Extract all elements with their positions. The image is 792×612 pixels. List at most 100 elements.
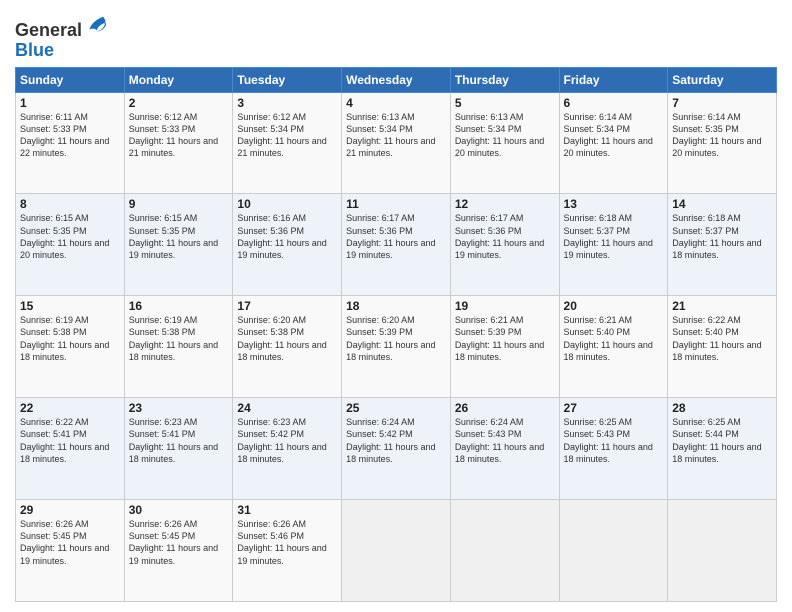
calendar-cell xyxy=(342,500,451,602)
col-header-tuesday: Tuesday xyxy=(233,67,342,92)
day-number: 4 xyxy=(346,96,446,110)
calendar-week-1: 1Sunrise: 6:11 AMSunset: 5:33 PMDaylight… xyxy=(16,92,777,194)
calendar-cell: 9Sunrise: 6:15 AMSunset: 5:35 PMDaylight… xyxy=(124,194,233,296)
calendar-cell: 25Sunrise: 6:24 AMSunset: 5:42 PMDayligh… xyxy=(342,398,451,500)
header: General Blue xyxy=(15,10,777,61)
day-number: 3 xyxy=(237,96,337,110)
day-info: Sunrise: 6:25 AMSunset: 5:43 PMDaylight:… xyxy=(564,416,664,465)
calendar-week-2: 8Sunrise: 6:15 AMSunset: 5:35 PMDaylight… xyxy=(16,194,777,296)
calendar-cell: 12Sunrise: 6:17 AMSunset: 5:36 PMDayligh… xyxy=(450,194,559,296)
calendar-cell: 15Sunrise: 6:19 AMSunset: 5:38 PMDayligh… xyxy=(16,296,125,398)
day-info: Sunrise: 6:11 AMSunset: 5:33 PMDaylight:… xyxy=(20,111,120,160)
calendar-cell: 23Sunrise: 6:23 AMSunset: 5:41 PMDayligh… xyxy=(124,398,233,500)
day-number: 17 xyxy=(237,299,337,313)
calendar-cell: 16Sunrise: 6:19 AMSunset: 5:38 PMDayligh… xyxy=(124,296,233,398)
calendar-cell xyxy=(450,500,559,602)
day-number: 31 xyxy=(237,503,337,517)
day-info: Sunrise: 6:14 AMSunset: 5:35 PMDaylight:… xyxy=(672,111,772,160)
calendar-cell xyxy=(559,500,668,602)
day-number: 30 xyxy=(129,503,229,517)
day-info: Sunrise: 6:15 AMSunset: 5:35 PMDaylight:… xyxy=(20,212,120,261)
calendar-cell: 17Sunrise: 6:20 AMSunset: 5:38 PMDayligh… xyxy=(233,296,342,398)
day-number: 15 xyxy=(20,299,120,313)
logo-bird-icon xyxy=(84,14,106,36)
day-number: 7 xyxy=(672,96,772,110)
calendar-cell: 26Sunrise: 6:24 AMSunset: 5:43 PMDayligh… xyxy=(450,398,559,500)
col-header-wednesday: Wednesday xyxy=(342,67,451,92)
day-number: 9 xyxy=(129,197,229,211)
day-info: Sunrise: 6:21 AMSunset: 5:40 PMDaylight:… xyxy=(564,314,664,363)
calendar-cell: 27Sunrise: 6:25 AMSunset: 5:43 PMDayligh… xyxy=(559,398,668,500)
logo: General Blue xyxy=(15,14,106,61)
calendar-cell: 6Sunrise: 6:14 AMSunset: 5:34 PMDaylight… xyxy=(559,92,668,194)
day-info: Sunrise: 6:18 AMSunset: 5:37 PMDaylight:… xyxy=(564,212,664,261)
day-number: 6 xyxy=(564,96,664,110)
day-number: 25 xyxy=(346,401,446,415)
day-info: Sunrise: 6:24 AMSunset: 5:42 PMDaylight:… xyxy=(346,416,446,465)
day-info: Sunrise: 6:18 AMSunset: 5:37 PMDaylight:… xyxy=(672,212,772,261)
calendar-cell: 22Sunrise: 6:22 AMSunset: 5:41 PMDayligh… xyxy=(16,398,125,500)
day-info: Sunrise: 6:13 AMSunset: 5:34 PMDaylight:… xyxy=(346,111,446,160)
day-info: Sunrise: 6:26 AMSunset: 5:45 PMDaylight:… xyxy=(129,518,229,567)
calendar-cell: 19Sunrise: 6:21 AMSunset: 5:39 PMDayligh… xyxy=(450,296,559,398)
calendar-cell: 24Sunrise: 6:23 AMSunset: 5:42 PMDayligh… xyxy=(233,398,342,500)
day-info: Sunrise: 6:22 AMSunset: 5:40 PMDaylight:… xyxy=(672,314,772,363)
calendar-cell: 28Sunrise: 6:25 AMSunset: 5:44 PMDayligh… xyxy=(668,398,777,500)
day-number: 10 xyxy=(237,197,337,211)
calendar-cell: 5Sunrise: 6:13 AMSunset: 5:34 PMDaylight… xyxy=(450,92,559,194)
day-info: Sunrise: 6:17 AMSunset: 5:36 PMDaylight:… xyxy=(346,212,446,261)
day-info: Sunrise: 6:15 AMSunset: 5:35 PMDaylight:… xyxy=(129,212,229,261)
calendar-cell: 21Sunrise: 6:22 AMSunset: 5:40 PMDayligh… xyxy=(668,296,777,398)
calendar-body: 1Sunrise: 6:11 AMSunset: 5:33 PMDaylight… xyxy=(16,92,777,601)
col-header-monday: Monday xyxy=(124,67,233,92)
day-number: 16 xyxy=(129,299,229,313)
calendar-cell: 4Sunrise: 6:13 AMSunset: 5:34 PMDaylight… xyxy=(342,92,451,194)
col-header-saturday: Saturday xyxy=(668,67,777,92)
col-header-thursday: Thursday xyxy=(450,67,559,92)
day-info: Sunrise: 6:26 AMSunset: 5:45 PMDaylight:… xyxy=(20,518,120,567)
calendar-cell: 2Sunrise: 6:12 AMSunset: 5:33 PMDaylight… xyxy=(124,92,233,194)
day-number: 21 xyxy=(672,299,772,313)
calendar-cell xyxy=(668,500,777,602)
calendar-cell: 8Sunrise: 6:15 AMSunset: 5:35 PMDaylight… xyxy=(16,194,125,296)
day-number: 22 xyxy=(20,401,120,415)
calendar-cell: 29Sunrise: 6:26 AMSunset: 5:45 PMDayligh… xyxy=(16,500,125,602)
calendar-cell: 11Sunrise: 6:17 AMSunset: 5:36 PMDayligh… xyxy=(342,194,451,296)
day-number: 11 xyxy=(346,197,446,211)
page: General Blue SundayMondayTuesdayWednesda… xyxy=(0,0,792,612)
logo-general: General xyxy=(15,20,82,40)
calendar-cell: 14Sunrise: 6:18 AMSunset: 5:37 PMDayligh… xyxy=(668,194,777,296)
day-info: Sunrise: 6:17 AMSunset: 5:36 PMDaylight:… xyxy=(455,212,555,261)
calendar-week-3: 15Sunrise: 6:19 AMSunset: 5:38 PMDayligh… xyxy=(16,296,777,398)
calendar-cell: 3Sunrise: 6:12 AMSunset: 5:34 PMDaylight… xyxy=(233,92,342,194)
day-number: 18 xyxy=(346,299,446,313)
calendar-week-5: 29Sunrise: 6:26 AMSunset: 5:45 PMDayligh… xyxy=(16,500,777,602)
day-info: Sunrise: 6:19 AMSunset: 5:38 PMDaylight:… xyxy=(20,314,120,363)
day-number: 27 xyxy=(564,401,664,415)
day-info: Sunrise: 6:25 AMSunset: 5:44 PMDaylight:… xyxy=(672,416,772,465)
day-info: Sunrise: 6:12 AMSunset: 5:33 PMDaylight:… xyxy=(129,111,229,160)
day-info: Sunrise: 6:23 AMSunset: 5:42 PMDaylight:… xyxy=(237,416,337,465)
day-number: 13 xyxy=(564,197,664,211)
day-number: 8 xyxy=(20,197,120,211)
calendar-cell: 7Sunrise: 6:14 AMSunset: 5:35 PMDaylight… xyxy=(668,92,777,194)
day-info: Sunrise: 6:23 AMSunset: 5:41 PMDaylight:… xyxy=(129,416,229,465)
day-number: 26 xyxy=(455,401,555,415)
calendar-header-row: SundayMondayTuesdayWednesdayThursdayFrid… xyxy=(16,67,777,92)
day-info: Sunrise: 6:14 AMSunset: 5:34 PMDaylight:… xyxy=(564,111,664,160)
day-number: 28 xyxy=(672,401,772,415)
logo-blue: Blue xyxy=(15,40,54,60)
day-info: Sunrise: 6:21 AMSunset: 5:39 PMDaylight:… xyxy=(455,314,555,363)
day-number: 14 xyxy=(672,197,772,211)
day-number: 29 xyxy=(20,503,120,517)
calendar-table: SundayMondayTuesdayWednesdayThursdayFrid… xyxy=(15,67,777,602)
calendar-cell: 1Sunrise: 6:11 AMSunset: 5:33 PMDaylight… xyxy=(16,92,125,194)
day-info: Sunrise: 6:20 AMSunset: 5:38 PMDaylight:… xyxy=(237,314,337,363)
col-header-friday: Friday xyxy=(559,67,668,92)
calendar-cell: 10Sunrise: 6:16 AMSunset: 5:36 PMDayligh… xyxy=(233,194,342,296)
calendar-cell: 31Sunrise: 6:26 AMSunset: 5:46 PMDayligh… xyxy=(233,500,342,602)
day-number: 12 xyxy=(455,197,555,211)
day-number: 23 xyxy=(129,401,229,415)
day-number: 19 xyxy=(455,299,555,313)
calendar-cell: 30Sunrise: 6:26 AMSunset: 5:45 PMDayligh… xyxy=(124,500,233,602)
